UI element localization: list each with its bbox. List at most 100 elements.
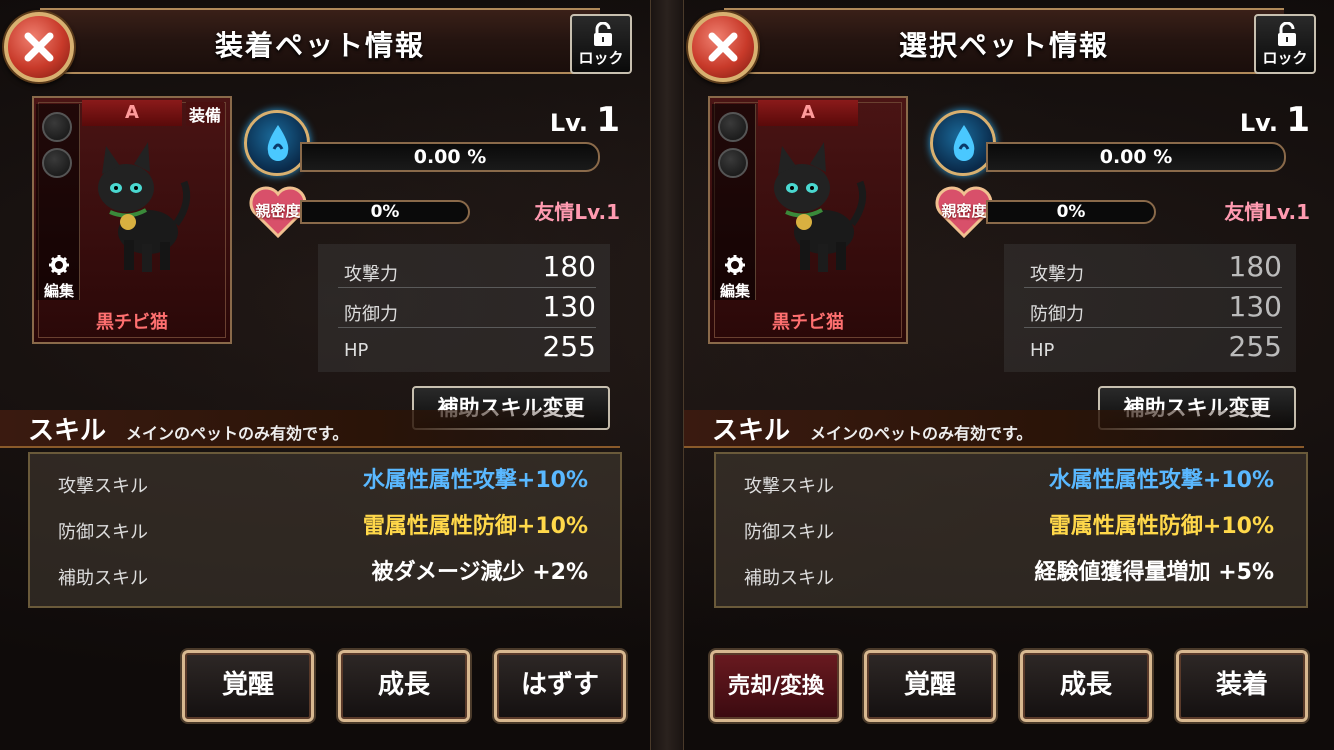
- edit-button[interactable]: 編集: [716, 254, 754, 301]
- grow-button[interactable]: 成長: [1020, 650, 1152, 722]
- skill-value: 経験値獲得量増加 +5%: [1034, 560, 1274, 585]
- stat-value: 255: [1228, 330, 1282, 363]
- stat-label: 防御力: [344, 304, 398, 325]
- level-prefix: Lv.: [549, 109, 588, 137]
- affinity-text: 0%: [1056, 202, 1086, 222]
- black-cat-image: [764, 132, 874, 286]
- gem-slot[interactable]: [42, 112, 72, 142]
- lock-button[interactable]: ロック: [1254, 14, 1316, 74]
- affinity-text: 0%: [370, 202, 400, 222]
- grow-button[interactable]: 成長: [338, 650, 470, 722]
- pet-card[interactable]: A 装備 編集 黒チビ猫: [32, 96, 232, 344]
- gem-slot[interactable]: [718, 112, 748, 142]
- skills-box: 攻撃スキル 水属性属性攻撃+10% 防御スキル 雷属性属性防御+10% 補助スキ…: [28, 452, 622, 608]
- pet-card[interactable]: A 編集 黒チビ猫: [708, 96, 908, 344]
- skill-value: 雷属性属性防御+10%: [362, 514, 588, 539]
- stat-label: 攻撃力: [344, 264, 398, 285]
- skill-name: 攻撃スキル: [58, 476, 148, 497]
- level-value: 1: [596, 100, 620, 140]
- lock-label: ロック: [1262, 49, 1308, 67]
- stat-value: 130: [542, 290, 596, 323]
- stats-box: 攻撃力 180 防御力 130 HP 255: [1004, 244, 1296, 372]
- skills-header: スキル メインのペットのみ有効です。: [0, 410, 620, 448]
- stat-row: 防御力 130: [1024, 288, 1282, 328]
- close-button[interactable]: [688, 12, 758, 82]
- panel-divider: [650, 0, 684, 750]
- stat-value: 255: [542, 330, 596, 363]
- skill-name: 防御スキル: [744, 522, 834, 543]
- lock-label: ロック: [578, 49, 624, 67]
- gem-slots: 編集: [36, 104, 80, 300]
- black-cat-image: [88, 132, 198, 286]
- skills-title: スキル: [28, 416, 107, 446]
- panel-title: 選択ペット情報: [898, 29, 1109, 62]
- affinity-label: 親密度: [941, 202, 987, 220]
- skill-value: 被ダメージ減少 +2%: [371, 560, 588, 585]
- skill-row-defense: 防御スキル 雷属性属性防御+10%: [744, 500, 1274, 544]
- level-label: Lv. 1: [1240, 100, 1310, 140]
- edit-label: 編集: [43, 282, 74, 300]
- skills-header: スキル メインのペットのみ有効です。: [684, 410, 1304, 448]
- awaken-button[interactable]: 覚醒: [864, 650, 996, 722]
- skill-row-attack: 攻撃スキル 水属性属性攻撃+10%: [744, 454, 1274, 498]
- panel-title: 装着ペット情報: [214, 29, 425, 62]
- exp-bar: 0.00 %: [986, 142, 1286, 172]
- skills-box: 攻撃スキル 水属性属性攻撃+10% 防御スキル 雷属性属性防御+10% 補助スキ…: [714, 452, 1308, 608]
- skill-row-support: 補助スキル 経験値獲得量増加 +5%: [744, 546, 1274, 590]
- affinity-label: 親密度: [255, 202, 301, 220]
- stat-row: HP 255: [338, 328, 596, 368]
- gem-slot[interactable]: [718, 148, 748, 178]
- friend-level: 友情Lv.1: [1224, 200, 1310, 224]
- pet-name: 黒チビ猫: [772, 312, 844, 333]
- stat-row: 攻撃力 180: [338, 248, 596, 288]
- skill-row-defense: 防御スキル 雷属性属性防御+10%: [58, 500, 588, 544]
- affinity-bar: 0%: [986, 200, 1156, 224]
- skills-subtitle: メインのペットのみ有効です。: [126, 424, 349, 443]
- level-value: 1: [1286, 100, 1310, 140]
- stat-value: 180: [542, 250, 596, 283]
- equip-button[interactable]: 装着: [1176, 650, 1308, 722]
- close-button[interactable]: [4, 12, 74, 82]
- stat-label: HP: [344, 340, 369, 361]
- level-label: Lv. 1: [550, 100, 620, 140]
- friend-level: 友情Lv.1: [534, 200, 620, 224]
- rank-badge: A: [82, 100, 182, 126]
- exp-text: 0.00 %: [413, 146, 487, 168]
- rank-badge: A: [758, 100, 858, 126]
- stat-row: HP 255: [1024, 328, 1282, 368]
- lock-button[interactable]: ロック: [570, 14, 632, 74]
- affinity-heart-icon: 親密度: [934, 186, 994, 239]
- sell-convert-button[interactable]: 売却/変換: [710, 650, 842, 722]
- stat-label: 攻撃力: [1030, 264, 1084, 285]
- skill-name: 防御スキル: [58, 522, 148, 543]
- skill-name: 補助スキル: [744, 568, 834, 589]
- skill-row-attack: 攻撃スキル 水属性属性攻撃+10%: [58, 454, 588, 498]
- skill-name: 攻撃スキル: [744, 476, 834, 497]
- gem-slot[interactable]: [42, 148, 72, 178]
- skills-subtitle: メインのペットのみ有効です。: [810, 424, 1033, 443]
- skill-row-support: 補助スキル 被ダメージ減少 +2%: [58, 546, 588, 590]
- edit-label: 編集: [719, 282, 750, 300]
- awaken-button[interactable]: 覚醒: [182, 650, 314, 722]
- equipped-pet-panel: 装着ペット情報 ロック A 装備 編集 黒チビ猫 Lv. 1 0.00 % 親密…: [0, 0, 650, 750]
- panel-header: 装着ペット情報: [40, 8, 600, 74]
- pet-name: 黒チビ猫: [96, 312, 168, 333]
- edit-button[interactable]: 編集: [40, 254, 78, 301]
- exp-bar: 0.00 %: [300, 142, 600, 172]
- affinity-bar: 0%: [300, 200, 470, 224]
- level-prefix: Lv.: [1239, 109, 1278, 137]
- unequip-button[interactable]: はずす: [494, 650, 626, 722]
- skill-name: 補助スキル: [58, 568, 148, 589]
- gear-icon: [724, 255, 746, 280]
- skill-value: 水属性属性攻撃+10%: [362, 468, 588, 493]
- stat-row: 攻撃力 180: [1024, 248, 1282, 288]
- stat-value: 130: [1228, 290, 1282, 323]
- stat-label: HP: [1030, 340, 1055, 361]
- sell-convert-label: 売却/変換: [727, 674, 825, 699]
- gear-icon: [48, 255, 70, 280]
- panel-header: 選択ペット情報: [724, 8, 1284, 74]
- skills-title: スキル: [712, 416, 791, 446]
- skill-value: 雷属性属性防御+10%: [1048, 514, 1274, 539]
- selected-pet-panel: 選択ペット情報 ロック A 編集 黒チビ猫 Lv. 1 0.00 % 親密度 0…: [684, 0, 1334, 750]
- stat-row: 防御力 130: [338, 288, 596, 328]
